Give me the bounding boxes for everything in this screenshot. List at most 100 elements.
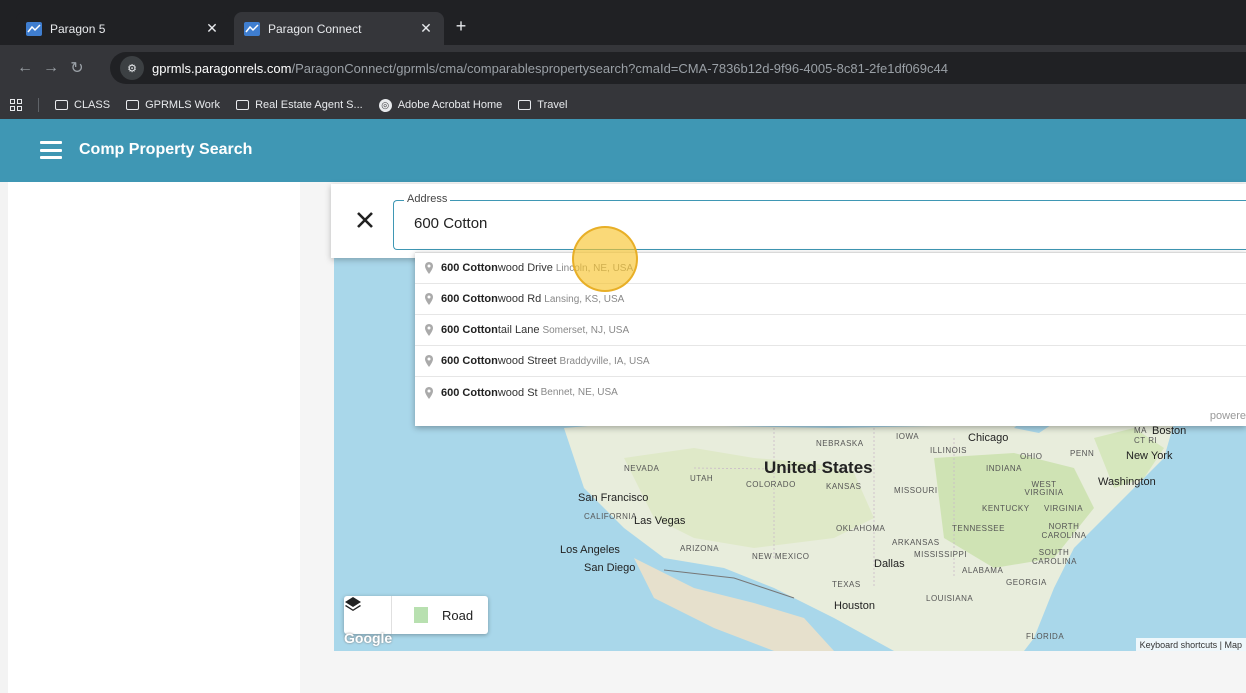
suggestion-item[interactable]: 600 Cottonwood Drive Lincoln, NE, USA	[415, 253, 1246, 284]
map-pin-icon	[421, 324, 437, 336]
folder-icon	[236, 100, 250, 110]
reload-icon[interactable]: ↻	[64, 58, 90, 78]
tab-close-icon[interactable]: ✕	[418, 20, 434, 37]
map-state-label: WEST VIRGINIA	[1024, 480, 1064, 497]
suggestion-item[interactable]: 600 Cottonwood Street Braddyville, IA, U…	[415, 346, 1246, 377]
map-pin-icon	[421, 262, 437, 274]
map-type-label[interactable]: Road	[442, 608, 473, 623]
suggestion-secondary: Somerset, NJ, USA	[542, 324, 630, 336]
divider	[38, 98, 39, 112]
road-map-thumbnail[interactable]	[414, 607, 428, 623]
address-label: Address	[404, 193, 451, 205]
map-city-label: San Francisco	[578, 492, 649, 504]
map-city-label: Boston	[1152, 425, 1187, 437]
map-state-label: INDIANA	[986, 464, 1022, 473]
map-pin-icon	[421, 293, 437, 305]
map-attribution[interactable]: Keyboard shortcuts | Map	[1135, 638, 1246, 651]
map-city-label: San Diego	[584, 562, 636, 574]
folder-icon	[518, 100, 532, 110]
folder-icon	[126, 100, 140, 110]
tab-paragon-connect[interactable]: Paragon Connect ✕	[234, 12, 444, 45]
suggestion-secondary: Bennet, NE, USA	[540, 387, 618, 398]
left-pane	[0, 182, 300, 693]
apps-grid-icon[interactable]	[10, 99, 22, 111]
map-state-label: ARIZONA	[680, 544, 720, 553]
suggestion-secondary: Lincoln, NE, USA	[555, 262, 634, 274]
site-settings-icon[interactable]: ⚙	[120, 56, 144, 80]
map-state-label: KENTUCKY	[982, 504, 1030, 513]
map-city-label: Washington	[1098, 476, 1156, 488]
map-state-label: UTAH	[690, 474, 714, 483]
map-city-label: Las Vegas	[634, 515, 686, 527]
back-icon[interactable]: ←	[12, 59, 38, 77]
map-state-label: GEORGIA	[1006, 578, 1047, 587]
address-bar[interactable]: ⚙ gprmls.paragonrels.com/ParagonConnect/…	[110, 52, 1246, 84]
map-state-label: TEXAS	[832, 580, 861, 589]
screen: Paragon 5 ✕ Paragon Connect ✕ + ← → ↻ ⚙ …	[0, 0, 1246, 693]
address-field[interactable]: Address	[393, 193, 1246, 250]
menu-icon[interactable]	[40, 141, 62, 159]
bookmark-travel[interactable]: Travel	[512, 99, 573, 111]
suggestion-item[interactable]: 600 Cottontail Lane Somerset, NJ, USA	[415, 315, 1246, 346]
map-state-label: PENN	[1070, 449, 1095, 458]
map-state-label: CALIFORNIA	[584, 512, 638, 521]
tab-close-icon[interactable]: ✕	[204, 20, 220, 37]
tab-title: Paragon 5	[50, 21, 106, 36]
map-state-label: LOUISIANA	[926, 594, 974, 603]
layers-icon[interactable]	[344, 596, 392, 634]
map-state-label: NEBRASKA	[816, 439, 864, 448]
tab-title: Paragon Connect	[268, 21, 362, 36]
map-state-label: TENNESSEE	[952, 524, 1005, 533]
suggestion-item[interactable]: 600 Cottonwood Rd Lansing, KS, USA	[415, 284, 1246, 315]
browser-toolbar: ← → ↻ ⚙ gprmls.paragonrels.com/ParagonCo…	[0, 45, 1246, 91]
map-state-label: KANSAS	[826, 482, 862, 491]
map-state-label: ALABAMA	[962, 566, 1004, 575]
app-header: Comp Property Search	[0, 119, 1246, 182]
map-state-label: MISSOURI	[894, 486, 938, 495]
map-city-label: Dallas	[874, 558, 905, 570]
address-search-panel: Address	[331, 184, 1246, 258]
suggestion-item[interactable]: 600 Cottonwood St Bennet, NE, USA	[415, 377, 1246, 408]
close-icon[interactable]	[351, 206, 379, 234]
url-text: gprmls.paragonrels.com/ParagonConnect/gp…	[152, 60, 948, 76]
map-state-label: ARKANSAS	[892, 538, 940, 547]
folder-icon	[55, 100, 68, 110]
map-city-label: Chicago	[968, 432, 1009, 444]
map-type-control[interactable]: Road	[344, 596, 488, 634]
page-title: Comp Property Search	[79, 141, 253, 158]
map-state-label: NEW MEXICO	[752, 552, 810, 561]
map-state-label: FLORIDA	[1026, 632, 1065, 641]
browser-tab-bar: Paragon 5 ✕ Paragon Connect ✕ +	[0, 0, 1246, 45]
map-city-label: Houston	[834, 600, 875, 612]
bookmark-class[interactable]: CLASS	[49, 99, 116, 111]
paragon-favicon-icon	[26, 21, 42, 36]
suggestion-secondary: Lansing, KS, USA	[544, 293, 625, 305]
powered-by-label: powere	[1209, 410, 1246, 422]
bookmark-gprmls-work[interactable]: GPRMLS Work	[120, 99, 226, 111]
address-input[interactable]	[414, 215, 1214, 232]
map-pin-icon	[421, 355, 437, 367]
bookmark-adobe-acrobat-home[interactable]: ◎ Adobe Acrobat Home	[373, 98, 509, 112]
map-city-label: New York	[1126, 450, 1173, 462]
google-logo: Google	[344, 630, 393, 646]
address-suggestions: 600 Cottonwood Drive Lincoln, NE, USA 60…	[415, 252, 1246, 426]
map-country-label: United States	[764, 458, 873, 477]
map-state-label: CT RI	[1134, 436, 1158, 445]
new-tab-icon[interactable]: +	[450, 16, 472, 37]
map-state-label: SOUTH CAROLINA	[1032, 548, 1077, 566]
map-state-label: OKLAHOMA	[836, 524, 886, 533]
map-state-label: OHIO	[1020, 452, 1043, 461]
bookmarks-bar: CLASS GPRMLS Work Real Estate Agent S...…	[0, 91, 1246, 119]
forward-icon[interactable]: →	[38, 59, 64, 77]
map-state-label: NEVADA	[624, 464, 660, 473]
paragon-favicon-icon	[244, 21, 260, 36]
map-state-label: IOWA	[896, 432, 920, 441]
map-pin-icon	[421, 386, 437, 399]
map-state-label: ILLINOIS	[930, 446, 967, 455]
map-city-label: Los Angeles	[560, 544, 620, 556]
suggestion-secondary: Braddyville, IA, USA	[559, 355, 650, 367]
map-state-label: MISSISSIPPI	[914, 550, 968, 559]
bookmark-real-estate-agent[interactable]: Real Estate Agent S...	[230, 99, 369, 111]
map-state-label: NORTH CAROLINA	[1041, 522, 1087, 540]
tab-paragon-5[interactable]: Paragon 5 ✕	[16, 12, 230, 45]
